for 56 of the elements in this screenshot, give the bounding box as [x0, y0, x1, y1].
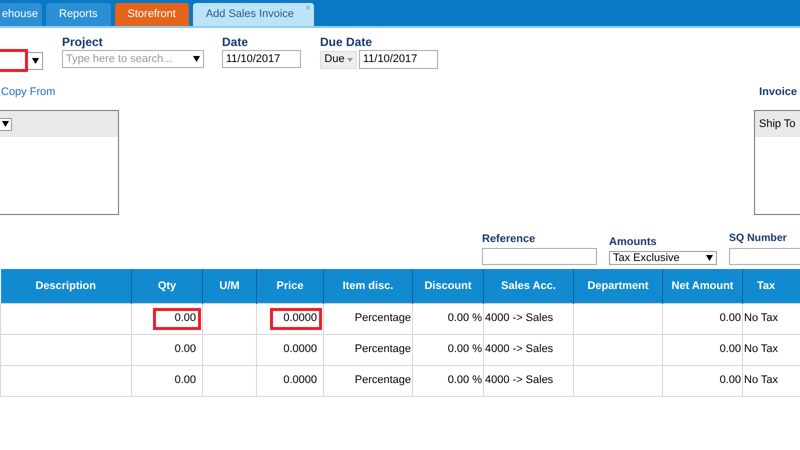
project-field[interactable]: Type here to search...: [62, 50, 204, 68]
column-header[interactable]: Discount: [412, 269, 484, 303]
dropdown-button[interactable]: [28, 52, 43, 70]
field-label: Reference: [482, 232, 536, 247]
close-icon[interactable]: ×: [305, 3, 311, 15]
table-cell: No Tax: [744, 374, 778, 386]
copy-from-link[interactable]: Copy From: [1, 84, 56, 100]
sq-number-field[interactable]: [729, 248, 800, 265]
table-cell: 4000 -> Sales: [485, 374, 554, 386]
caret-icon: [706, 255, 713, 261]
customer-field[interactable]: [0, 49, 28, 72]
column-header[interactable]: Department: [574, 269, 662, 303]
table-cell: 0.00 %: [448, 312, 482, 324]
table-cell: 0.00 %: [448, 343, 482, 356]
reference-field[interactable]: [482, 248, 597, 265]
caret-icon: [346, 58, 353, 62]
field-label: Date: [222, 34, 250, 49]
column-header[interactable]: Description: [0, 269, 132, 303]
field-label: Project: [62, 34, 104, 49]
table-cell: 0.00: [720, 343, 741, 356]
due-dropdown[interactable]: Due: [320, 50, 357, 68]
table-cell: No Tax: [744, 312, 778, 324]
field-label: Invoice: [759, 85, 797, 100]
table-cell: 0.00: [720, 374, 741, 386]
tab[interactable]: Add Sales Invoice ×: [192, 3, 314, 26]
panel-title: Ship To: [759, 116, 796, 132]
dropdown-button[interactable]: [0, 118, 12, 130]
field-label: SQ Number: [729, 231, 788, 246]
table-cell: Percentage: [354, 374, 411, 386]
table-cell: Percentage: [354, 343, 411, 356]
field-label: Due Date: [320, 34, 374, 49]
column-header[interactable]: U/M: [202, 269, 256, 303]
table-cell[interactable]: 0.00: [153, 308, 201, 330]
table-cell: 4000 -> Sales: [485, 343, 554, 356]
caret-icon: [32, 58, 38, 64]
table-cell: 4000 -> Sales: [485, 312, 554, 324]
tab[interactable]: ehouse: [0, 3, 42, 26]
column-header[interactable]: Net Amount: [662, 269, 742, 303]
column-header[interactable]: Tax: [742, 269, 800, 303]
column-header[interactable]: Item disc.: [324, 269, 412, 303]
caret-icon: [2, 121, 9, 127]
tab[interactable]: Storefront: [114, 3, 189, 26]
table-cell: No Tax: [744, 343, 778, 356]
field-label: Amounts: [609, 235, 658, 250]
column-header[interactable]: Qty: [132, 269, 202, 303]
date-field[interactable]: 11/10/2017: [222, 50, 301, 68]
caret-icon: [193, 56, 200, 62]
due-date-field[interactable]: 11/10/2017: [359, 50, 438, 69]
column-header[interactable]: Sales Acc.: [484, 269, 574, 303]
table-cell[interactable]: 0.0000: [270, 308, 322, 330]
amounts-select[interactable]: Tax Exclusive: [609, 251, 717, 265]
tab[interactable]: Reports: [46, 3, 111, 26]
table-cell: 0.00 %: [448, 374, 482, 386]
table-cell: 0.00: [720, 312, 741, 324]
table-cell: Percentage: [354, 312, 411, 324]
column-header[interactable]: Price: [256, 269, 324, 303]
